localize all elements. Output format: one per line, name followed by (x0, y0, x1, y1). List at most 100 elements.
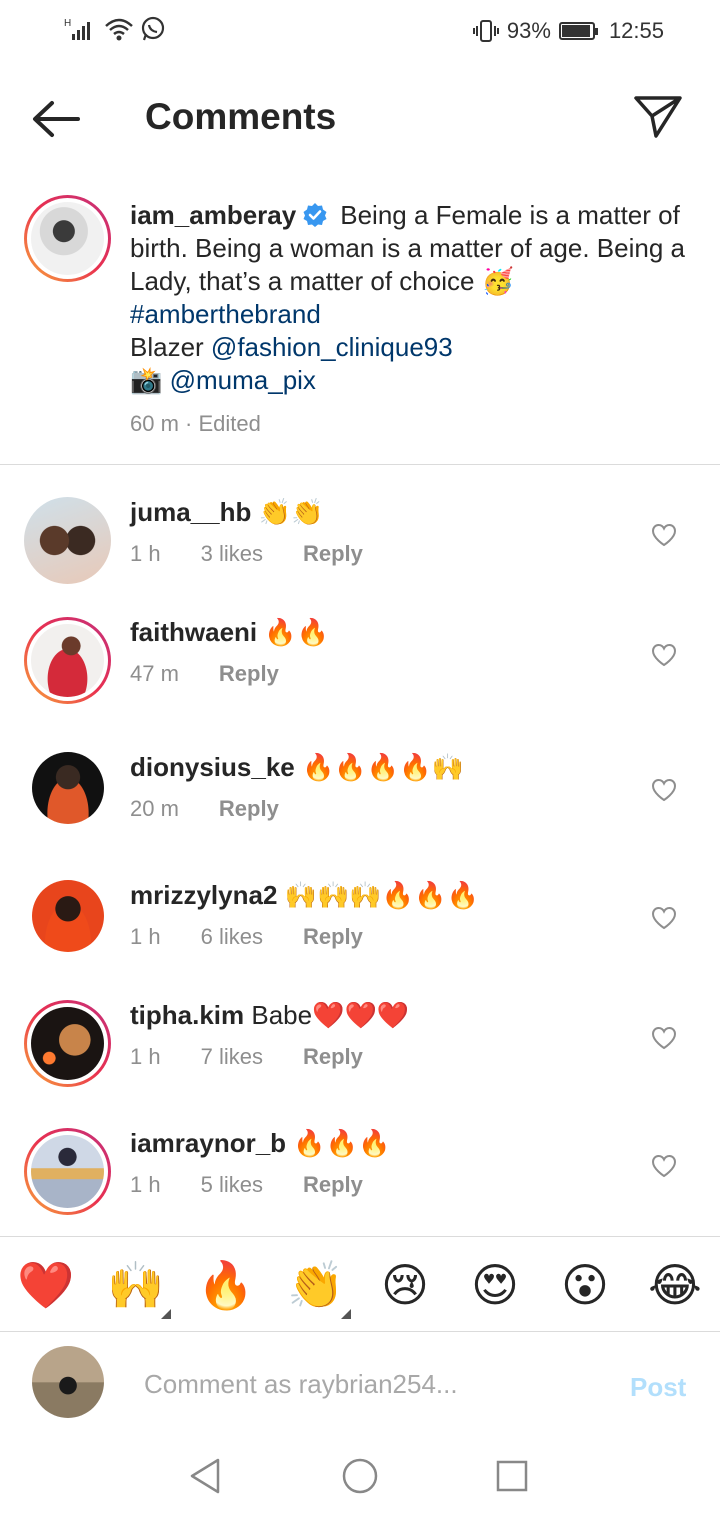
comment-line: mrizzylyna2 🙌🙌🙌🔥🔥🔥 (130, 880, 479, 911)
vibrate-icon (472, 20, 499, 42)
comment-text: 🔥🔥 (264, 617, 330, 647)
comment-time: 1 h (130, 541, 161, 566)
caption-text: iam_amberay Being a Female is a matter of… (130, 199, 690, 397)
camera-emoji: 📸 (130, 365, 163, 395)
arrow-left-icon[interactable] (30, 98, 82, 140)
divider (0, 464, 720, 465)
reply-button[interactable]: Reply (303, 1044, 363, 1070)
caption-meta: 60 m · Edited (130, 411, 261, 437)
comment-line: tipha.kim Babe❤️❤️❤️ (130, 1000, 409, 1031)
comment-text: 🙌🙌🙌🔥🔥🔥 (284, 880, 479, 910)
battery-level (561, 25, 590, 37)
comment-likes[interactable]: 7 likes (201, 1044, 263, 1070)
comment-text: Babe❤️❤️❤️ (251, 1000, 410, 1030)
comment-username[interactable]: faithwaeni (130, 617, 257, 647)
skin-tone-indicator (161, 1309, 171, 1319)
battery-percent: 93% (506, 18, 551, 43)
emoji-heart[interactable]: ❤️ (17, 1257, 74, 1313)
svg-text:H: H (64, 18, 71, 29)
heart-icon[interactable] (651, 778, 677, 802)
comment-line: faithwaeni 🔥🔥 (130, 617, 329, 648)
nav-recents-icon[interactable] (492, 1456, 532, 1496)
list-item: tipha.kim Babe❤️❤️❤️ 1 h 7 likes Reply (0, 1000, 720, 1128)
comment-line: iamraynor_b 🔥🔥🔥 (130, 1128, 390, 1159)
avatar[interactable] (24, 497, 111, 584)
status-right: 93% 12:55 (472, 18, 664, 44)
avatar[interactable] (24, 1128, 111, 1215)
comment-username[interactable]: juma__hb (130, 497, 251, 527)
comment-meta: 1 h 3 likes Reply (130, 541, 363, 567)
nav-back-icon[interactable] (186, 1456, 226, 1496)
comment-likes[interactable]: 6 likes (201, 924, 263, 950)
reply-button[interactable]: Reply (303, 1172, 363, 1198)
comment-likes[interactable]: 3 likes (201, 541, 263, 567)
comment-time: 20 m (130, 796, 179, 821)
comment-username[interactable]: mrizzylyna2 (130, 880, 277, 910)
emoji-clap[interactable]: 👏 (287, 1257, 344, 1313)
blazer-label: Blazer (130, 332, 211, 362)
avatar[interactable] (24, 1000, 111, 1087)
comment-time: 1 h (130, 1044, 161, 1069)
heart-icon[interactable] (651, 906, 677, 930)
header: Comments (0, 62, 720, 172)
comment-meta: 1 h 6 likes Reply (130, 924, 363, 950)
reply-button[interactable]: Reply (219, 661, 279, 687)
heart-icon[interactable] (651, 523, 677, 547)
avatar (32, 1346, 104, 1418)
avatar[interactable] (32, 880, 104, 952)
emoji-fire[interactable]: 🔥 (197, 1257, 254, 1313)
comment-username[interactable]: tipha.kim (130, 1000, 244, 1030)
emoji-laughing[interactable]: 😂 (647, 1257, 703, 1313)
skin-tone-indicator (341, 1309, 351, 1319)
meta-separator: · (185, 411, 193, 436)
system-nav-bar (0, 1432, 720, 1520)
emoji-bar: ❤️ 🙌 🔥 👏 😢 😍 😮 😂 (0, 1236, 720, 1332)
nav-home-icon[interactable] (340, 1456, 380, 1496)
avatar[interactable] (32, 752, 104, 824)
page-title: Comments (145, 96, 337, 137)
mention-link[interactable]: @muma_pix (170, 365, 316, 395)
signal-icon: H (64, 18, 90, 40)
heart-icon[interactable] (651, 1026, 677, 1050)
paper-plane-icon[interactable] (632, 92, 684, 140)
comment-text: 👏👏 (258, 497, 324, 527)
battery-icon (558, 22, 598, 40)
mention-link[interactable]: @fashion_clinique93 (211, 332, 453, 362)
edited-label: Edited (198, 411, 261, 436)
status-bar: H 93% 12:55 (0, 0, 720, 62)
post-caption: iam_amberay Being a Female is a matter of… (0, 195, 720, 465)
comment-likes[interactable]: 5 likes (201, 1172, 263, 1198)
reply-button[interactable]: Reply (303, 541, 363, 567)
comment-meta: 20 m Reply (130, 796, 279, 822)
caption-time: 60 m (130, 411, 179, 436)
comment-composer: Post (0, 1332, 720, 1432)
post-button[interactable]: Post (630, 1372, 686, 1403)
comment-text: 🔥🔥🔥 (293, 1128, 391, 1158)
whatsapp-icon (141, 16, 165, 41)
wifi-icon (105, 18, 133, 41)
comment-line: dionysius_ke 🔥🔥🔥🔥🙌 (130, 752, 464, 783)
reply-button[interactable]: Reply (219, 796, 279, 822)
avatar[interactable] (24, 195, 111, 282)
comment-username[interactable]: dionysius_ke (130, 752, 295, 782)
emoji-raised-hands[interactable]: 🙌 (107, 1257, 164, 1313)
list-item: juma__hb 👏👏 1 h 3 likes Reply (0, 497, 720, 625)
party-emoji: 🥳 (481, 266, 515, 296)
caption-username[interactable]: iam_amberay (130, 200, 296, 230)
comment-input[interactable] (144, 1366, 594, 1402)
heart-icon[interactable] (651, 1154, 677, 1178)
comment-time: 47 m (130, 661, 179, 686)
comment-time: 1 h (130, 1172, 161, 1197)
avatar[interactable] (24, 617, 111, 704)
comment-meta: 47 m Reply (130, 661, 279, 687)
emoji-surprised[interactable]: 😮 (557, 1257, 613, 1313)
comment-username[interactable]: iamraynor_b (130, 1128, 286, 1158)
emoji-crying[interactable]: 😢 (377, 1257, 433, 1313)
emoji-heart-eyes[interactable]: 😍 (467, 1257, 523, 1313)
reply-button[interactable]: Reply (303, 924, 363, 950)
comment-time: 1 h (130, 924, 161, 949)
clock: 12:55 (608, 18, 664, 43)
list-item: mrizzylyna2 🙌🙌🙌🔥🔥🔥 1 h 6 likes Reply (0, 880, 720, 1008)
heart-icon[interactable] (651, 643, 677, 667)
hashtag-link[interactable]: #amberthebrand (130, 299, 321, 329)
